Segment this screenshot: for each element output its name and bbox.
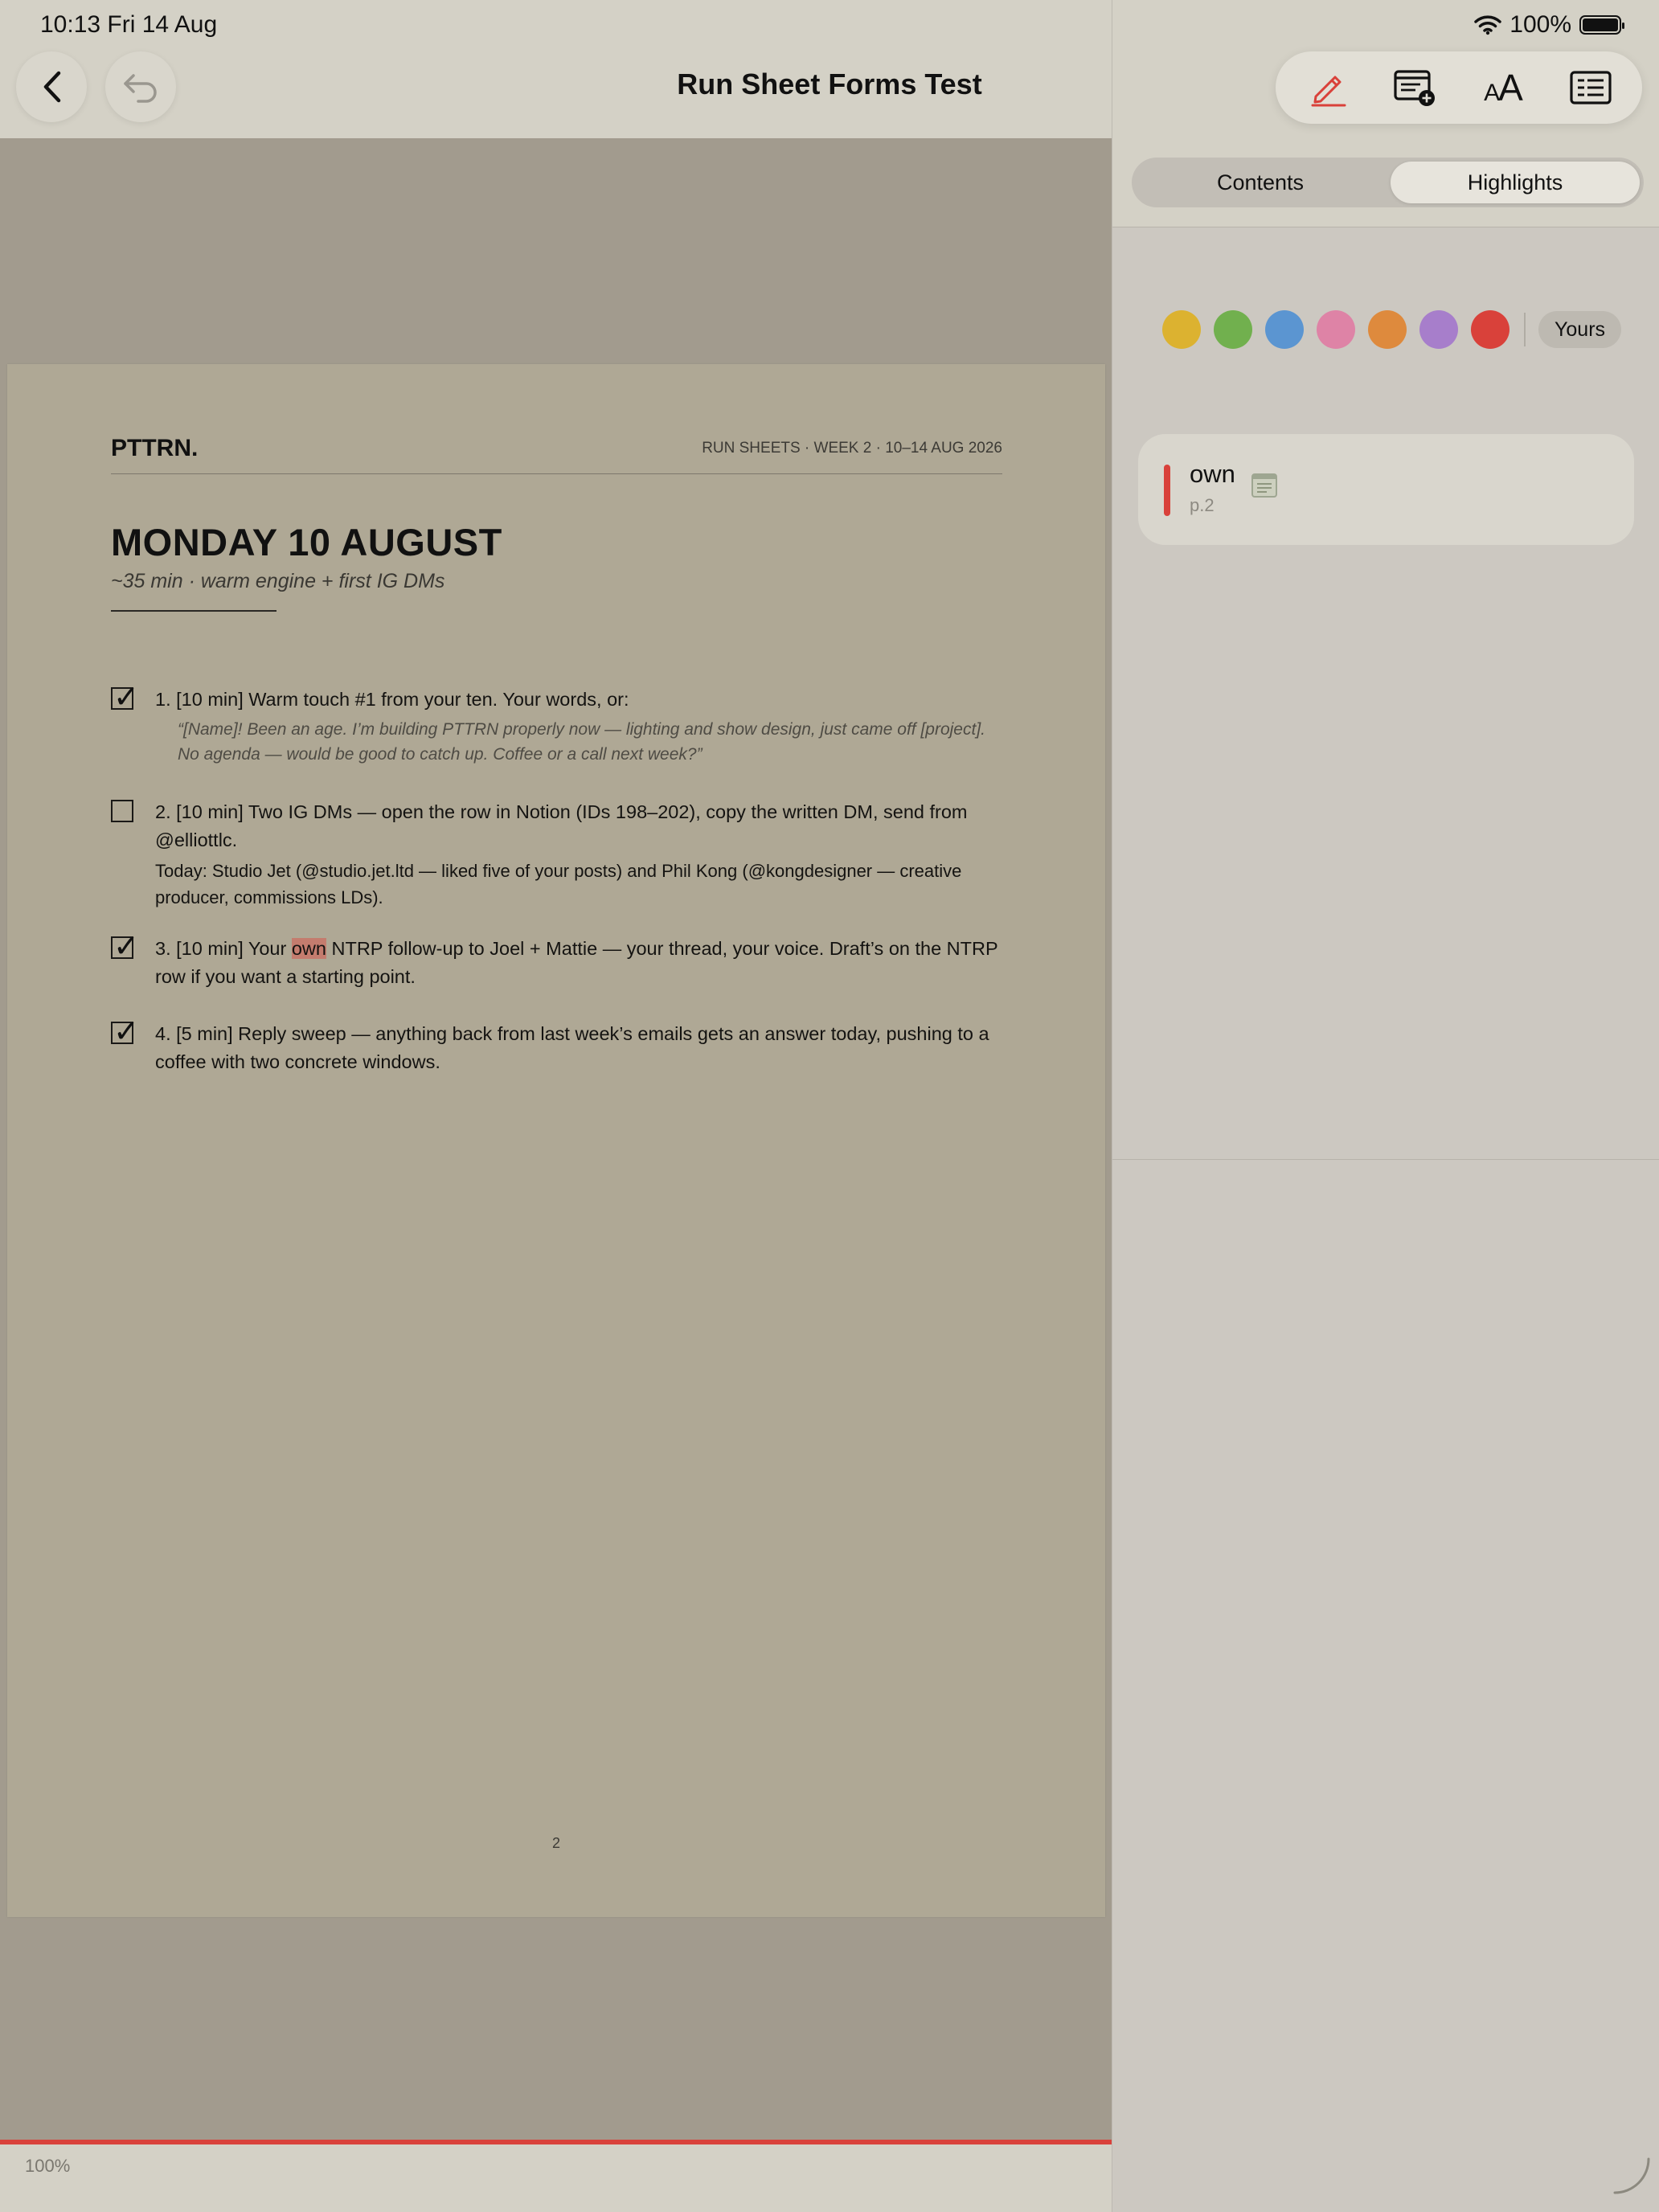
highlight-text: own xyxy=(1190,460,1235,488)
highlight-color-bar xyxy=(1164,465,1170,516)
task-1-checkbox[interactable] xyxy=(111,679,139,715)
color-filter-pink[interactable] xyxy=(1317,310,1355,349)
task-2-detail: Today: Studio Jet (@studio.jet.ltd — lik… xyxy=(155,861,962,907)
task-1-quote: “[Name]! Been an age. I’m building PTTRN… xyxy=(178,720,985,764)
highlighter-button[interactable] xyxy=(1292,55,1364,120)
highlight-card[interactable]: own p.2 xyxy=(1138,434,1634,545)
battery-icon xyxy=(1579,15,1624,35)
wifi-icon xyxy=(1474,15,1502,35)
battery-percent: 100% xyxy=(1509,11,1571,38)
chevron-left-icon xyxy=(43,71,61,103)
page-number: 2 xyxy=(551,1835,560,1851)
back-button[interactable] xyxy=(16,51,87,122)
zoom-level: 100% xyxy=(25,2156,71,2176)
task-3-checkbox[interactable] xyxy=(111,928,139,964)
text-size-icon: AA xyxy=(1484,67,1523,109)
undo-icon xyxy=(124,74,157,103)
outline-button[interactable] xyxy=(1555,55,1627,120)
add-note-icon xyxy=(1393,70,1435,106)
color-filter-orange[interactable] xyxy=(1368,310,1407,349)
task-item-4: 4. [5 min] Reply sweep — anything back f… xyxy=(111,1014,1002,1076)
status-time: 10:13 Fri 14 Aug xyxy=(40,11,218,38)
add-note-button[interactable] xyxy=(1379,55,1452,120)
task-item-3: 3. [10 min] Your own NTRP follow-up to J… xyxy=(111,928,1002,991)
color-filter-red[interactable] xyxy=(1471,310,1509,349)
page-heading: MONDAY 10 AUGUST xyxy=(111,521,502,563)
task-2-text: 2. [10 min] Two IG DMs — open the row in… xyxy=(155,801,968,850)
undo-button[interactable] xyxy=(105,51,176,122)
task-3-text: 3. [10 min] Your own NTRP follow-up to J… xyxy=(155,935,1002,991)
color-filter-purple[interactable] xyxy=(1419,310,1458,349)
task-4-text: 4. [5 min] Reply sweep — anything back f… xyxy=(155,1023,989,1072)
heading-underline xyxy=(111,610,276,612)
running-head: RUN SHEETS · WEEK 2 · 10–14 AUG 2026 xyxy=(702,440,1002,457)
task-4-checkbox[interactable] xyxy=(111,1014,139,1049)
annotation-toolbar: AA xyxy=(1276,51,1642,124)
document-page[interactable]: PTTRN. RUN SHEETS · WEEK 2 · 10–14 AUG 2… xyxy=(7,364,1105,1917)
header-divider xyxy=(111,473,1002,474)
resize-handle-icon[interactable] xyxy=(1612,2156,1652,2196)
task-item-1: 1. [10 min] Warm touch #1 from your ten.… xyxy=(111,679,1002,767)
filter-separator xyxy=(1524,313,1526,346)
document-viewport[interactable]: PTTRN. RUN SHEETS · WEEK 2 · 10–14 AUG 2… xyxy=(0,138,1112,2140)
task-3-text-before: 3. [10 min] Your xyxy=(155,938,292,959)
highlights-sidebar: 100% Contents Highlights Yours own p.2 xyxy=(1112,0,1659,2212)
highlight-page: p.2 xyxy=(1190,495,1215,515)
color-filter-green[interactable] xyxy=(1214,310,1252,349)
document-title: Run Sheet Forms Test xyxy=(677,68,982,100)
bottom-bar: 100% xyxy=(0,2144,1112,2212)
page-subheading: ~35 min · warm engine + first IG DMs xyxy=(111,570,445,592)
status-indicators: 100% xyxy=(1474,11,1624,39)
note-icon[interactable] xyxy=(1251,473,1278,498)
highlighted-text[interactable]: own xyxy=(291,938,326,959)
pencil-icon xyxy=(1311,76,1346,107)
outline-list-icon xyxy=(1569,71,1612,104)
yours-filter-chip[interactable]: Yours xyxy=(1538,311,1622,348)
task-2-checkbox[interactable] xyxy=(111,800,133,822)
task-item-2: 2. [10 min] Two IG DMs — open the row in… xyxy=(111,798,1002,911)
color-filter-yellow[interactable] xyxy=(1162,310,1201,349)
tab-highlights[interactable]: Highlights xyxy=(1391,162,1640,203)
highlight-color-filters: Yours xyxy=(1162,310,1622,349)
brand-name: PTTRN. xyxy=(111,435,199,461)
task-1-text: 1. [10 min] Warm touch #1 from your ten.… xyxy=(155,689,629,710)
text-size-button[interactable]: AA xyxy=(1467,55,1539,120)
sidebar-section-divider xyxy=(1112,1159,1659,1160)
color-filter-blue[interactable] xyxy=(1265,310,1304,349)
tab-contents[interactable]: Contents xyxy=(1136,162,1385,203)
sidebar-tabs: Contents Highlights xyxy=(1132,158,1644,207)
